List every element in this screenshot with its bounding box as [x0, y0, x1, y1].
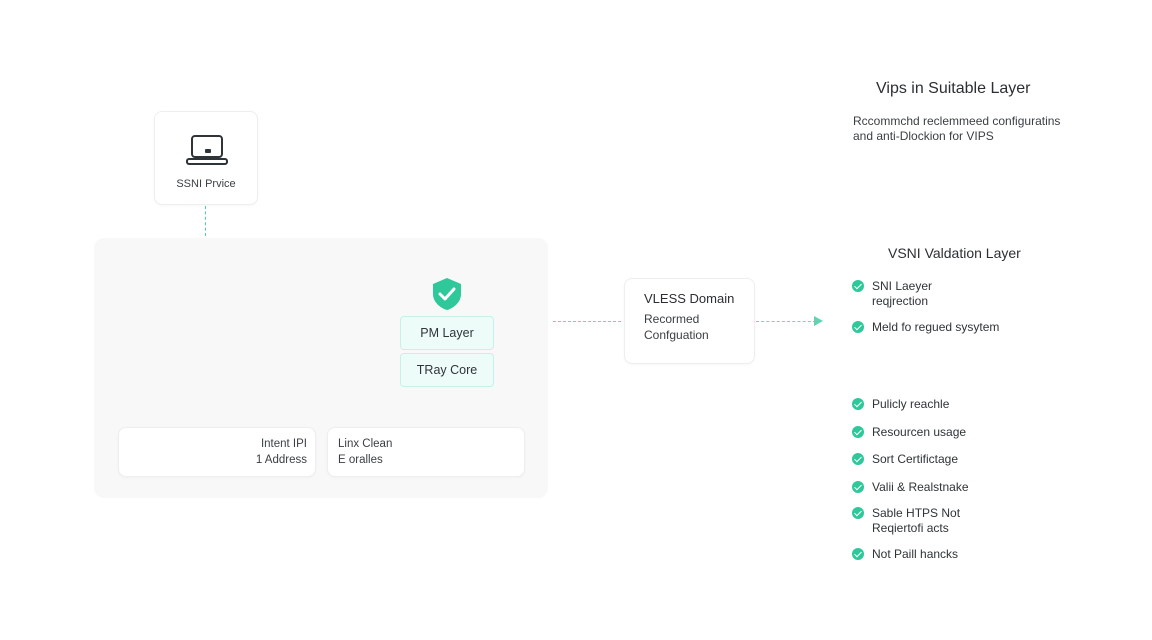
feature-item-label: Not Paill hancks [872, 547, 959, 561]
info-clean-line1: Linx Clean [338, 438, 393, 450]
feature-item-label: Valii & Realstnake [872, 480, 969, 494]
check-circle-icon [852, 507, 864, 519]
vless-domain-card: VLESS Domain Recormed Confguation [624, 278, 755, 364]
info-ip-line2: 1 Address [255, 454, 307, 466]
check-circle-icon [852, 453, 864, 465]
connector-vertical [205, 206, 206, 236]
feature-item-label: Sort Certifictage [872, 452, 959, 466]
arrow-right-icon [814, 316, 823, 326]
check-circle-icon [852, 426, 864, 438]
feature-item: Sort Certifictage [852, 452, 958, 467]
laptop-icon [186, 135, 228, 165]
device-label: SSNI Prvice [176, 178, 236, 190]
vless-line1: Recormed [644, 312, 700, 326]
info-clean-line2: E oralles [338, 454, 383, 466]
check-circle-icon [852, 481, 864, 493]
feature-item-label: Resourcen usage [872, 425, 967, 439]
connector-vless-to-validation [756, 321, 816, 322]
desc-line2: and anti-Dlockion for VIPS [853, 129, 994, 143]
validation-item: SNI Laeyer reqjrection [852, 279, 932, 309]
feature-item: Resourcen usage [852, 425, 966, 440]
device-card: SSNI Prvice [154, 111, 258, 205]
vless-line2: Confguation [644, 328, 709, 342]
info-card-ip: Intent IPI 1 Address [118, 427, 316, 477]
validation-item-line1: SNI Laeyer [872, 279, 933, 293]
check-circle-icon [852, 398, 864, 410]
check-circle-icon [852, 548, 864, 560]
validation-section-title: VSNI Valdation Layer [888, 245, 1021, 261]
validation-item-line1: Meld fo regued sysytem [872, 320, 1000, 334]
info-ip-line1: Intent IPI [260, 438, 307, 450]
feature-item-label: Pulicly reachle [872, 397, 950, 411]
right-title: Vips in Suitable Layer [876, 80, 1031, 97]
feature-item: Sable HTPS Not Reqiertofi acts [852, 506, 960, 536]
feature-item-label: Sable HTPS Not [872, 506, 961, 520]
right-description: Rccommchd reclemmeed configuratins and a… [853, 114, 1060, 144]
feature-item: Pulicly reachle [852, 397, 949, 412]
feature-item-label-line2: Reqiertofi acts [872, 521, 949, 535]
vless-title: VLESS Domain [644, 291, 735, 306]
connector-panel-to-vless [553, 321, 621, 322]
validation-item: Meld fo regued sysytem [852, 320, 999, 335]
check-circle-icon [852, 280, 864, 292]
pm-layer-box: PM Layer [400, 316, 494, 350]
validation-item-line2: reqjrection [872, 294, 929, 308]
desc-line1: Rccommchd reclemmeed configuratins [853, 114, 1061, 128]
tray-core-box: TRay Core [400, 353, 494, 387]
feature-item: Valii & Realstnake [852, 480, 969, 495]
feature-item: Not Paill hancks [852, 547, 958, 562]
check-circle-icon [852, 321, 864, 333]
info-card-clean: Linx Clean E oralles [327, 427, 525, 477]
shield-check-icon [433, 278, 461, 310]
